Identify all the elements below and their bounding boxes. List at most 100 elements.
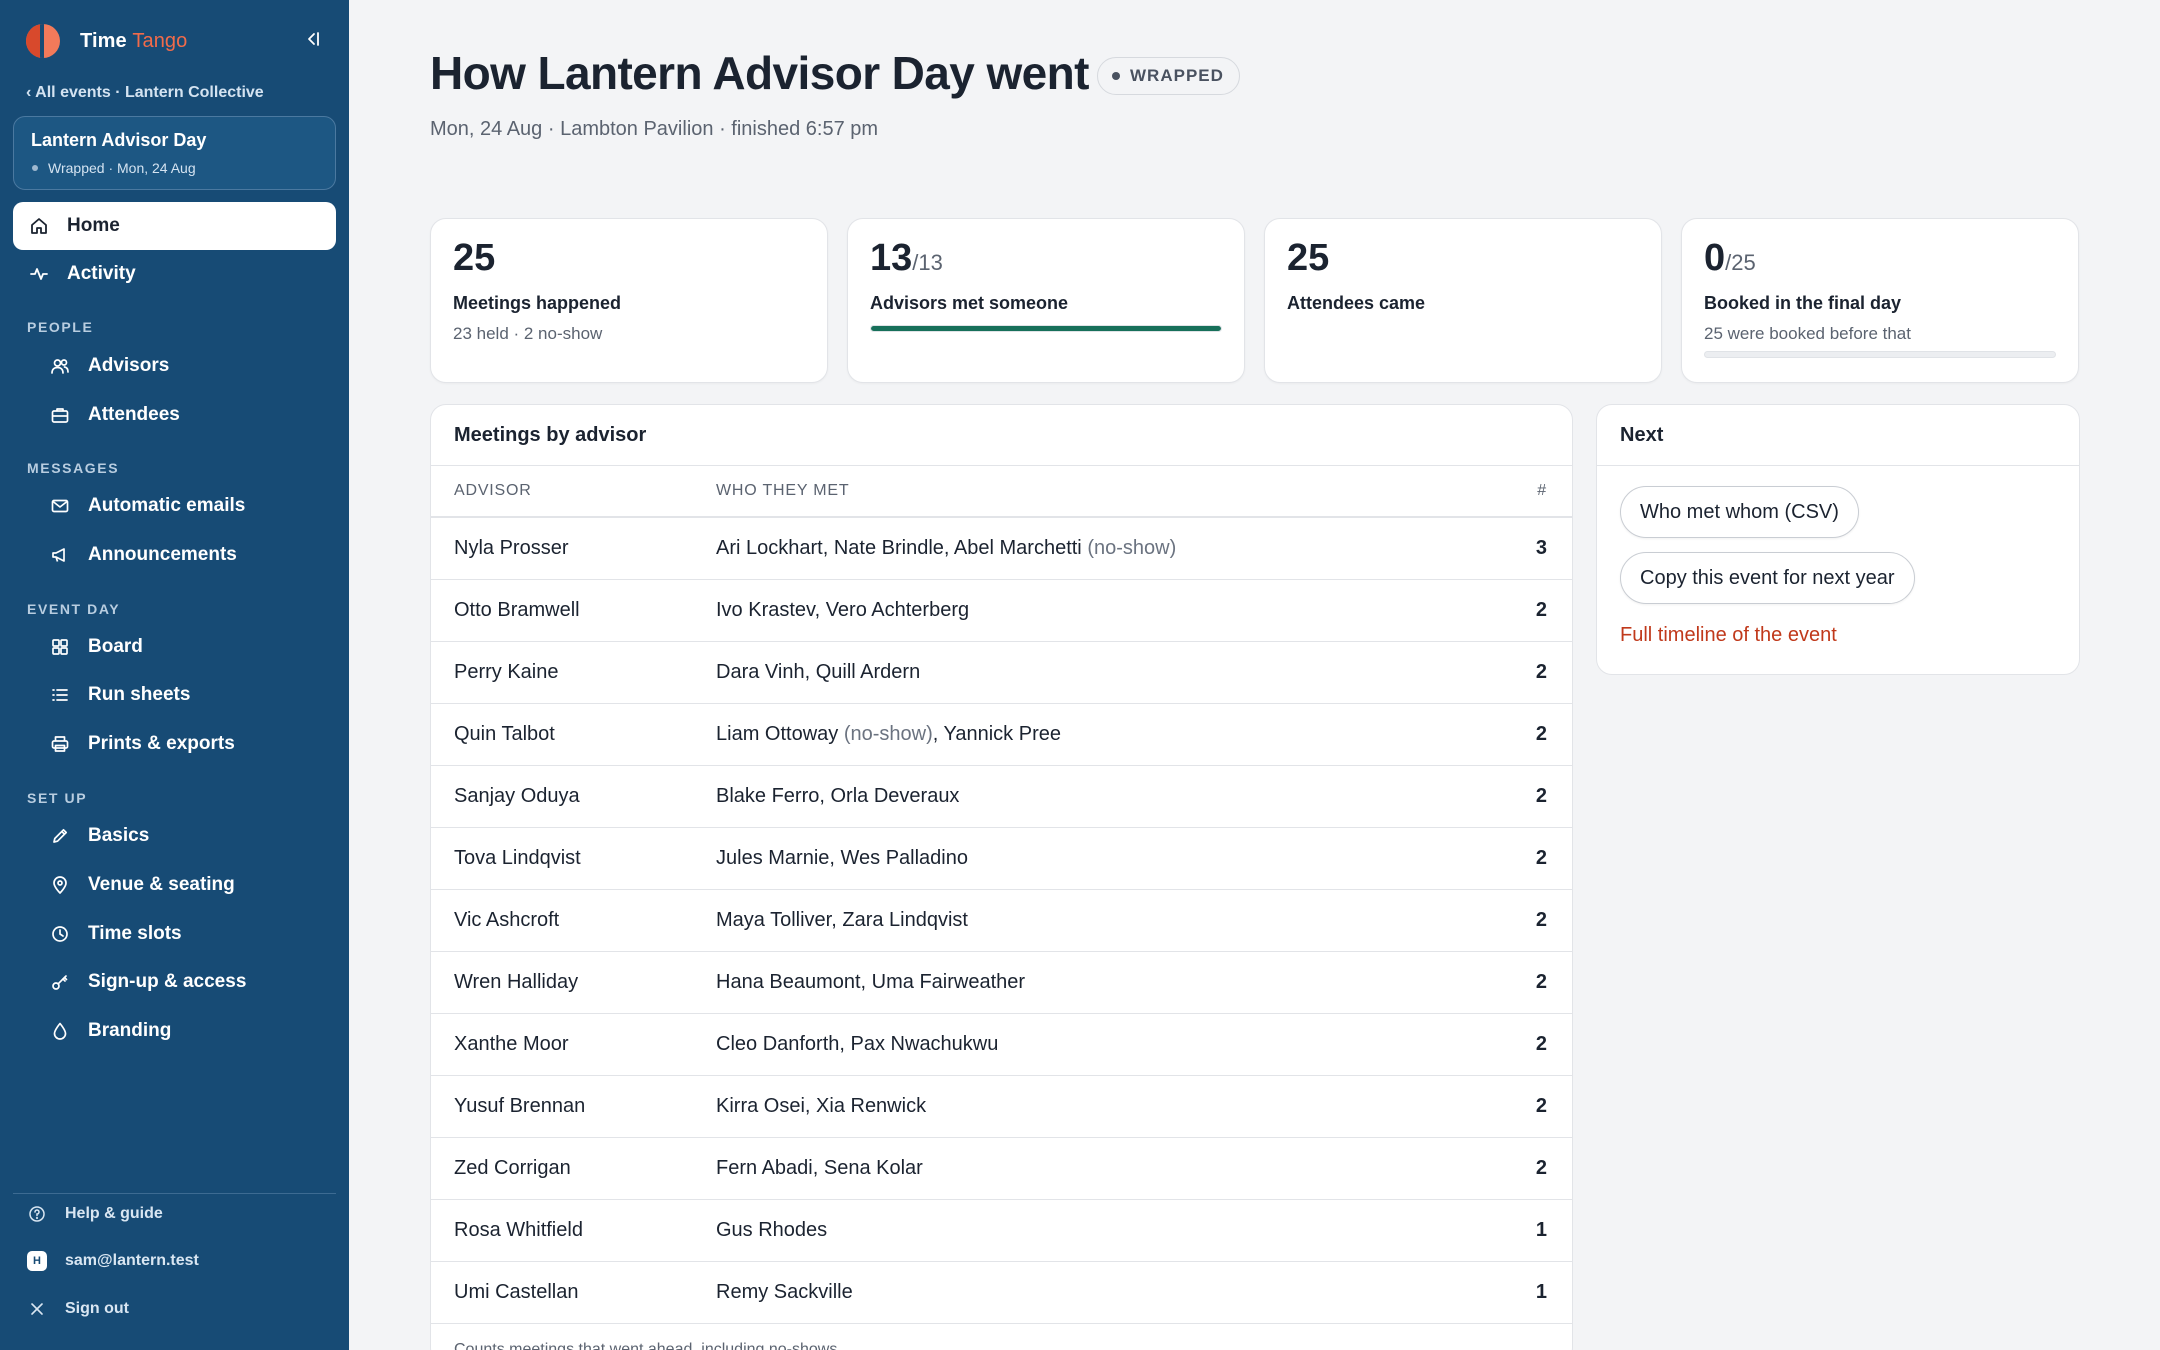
home-icon [29,216,49,236]
download-csv-button[interactable]: Who met whom (CSV) [1620,486,1859,538]
sidebar-item-time-slots[interactable]: Time slots [13,910,336,958]
meeting-count: 2 [1492,579,1572,642]
who-they-met: Ivo Krastev, Vero Achterberg [716,579,1492,642]
key-icon [50,972,70,992]
stat-label: Advisors met someone [870,293,1069,313]
table-row: Xanthe Moor Cleo Danforth, Pax Nwachukwu 2 [431,1013,1572,1076]
sidebar-item-automatic-emails[interactable]: Automatic emails [13,482,336,530]
status-dot-icon [1112,72,1120,80]
meeting-count: 1 [1492,1261,1572,1324]
attendee-name: Ari Lockhart [716,536,823,559]
copy-event-button[interactable]: Copy this event for next year [1620,552,1915,604]
stat-sub: 25 were booked before that [1704,324,1911,343]
table-row: Otto Bramwell Ivo Krastev, Vero Achterber… [431,579,1572,642]
column-header-advisor: ADVISOR [431,466,716,518]
meeting-count: 3 [1492,517,1572,580]
attendee-name: Abel Marchetti [953,536,1082,559]
attendee-name: Yannick Pree [943,722,1061,745]
user-account[interactable]: H sam@lantern.test [26,1246,199,1276]
breadcrumb-all-events[interactable]: ‹ All events · Lantern Collective [26,84,264,102]
attendee-name: Hana Beaumont [716,970,861,993]
sidebar-item-attendees[interactable]: Attendees [13,391,336,439]
stat-sub: 23 held · 2 no-show [453,324,603,343]
sidebar-item-board[interactable]: Board [13,623,336,671]
map-pin-icon [50,875,70,895]
who-they-met: Dara Vinh, Quill Ardern [716,641,1492,704]
section-label-set-up: SET UP [27,790,88,806]
progress-bar [1704,351,2056,358]
close-icon [26,1298,48,1320]
table-footnote: Counts meetings that went ahead, includi… [454,1340,842,1350]
stat-card-advisors: 13/13 Advisors met someone [847,218,1245,383]
progress-bar [870,325,1222,332]
table-row: Zed Corrigan Fern Abadi, Sena Kolar 2 [431,1137,1572,1200]
who-they-met: Blake Ferro, Orla Deveraux [716,765,1492,828]
progress-fill [871,326,1221,331]
who-they-met: Kirra Osei, Xia Renwick [716,1075,1492,1138]
column-header-who-they-met: WHO THEY MET [716,466,1492,518]
section-label-event-day: EVENT DAY [27,601,121,617]
attendee-name: Vero Achterberg [825,598,970,621]
advisor-name: Nyla Prosser [431,517,716,580]
current-event-card[interactable]: Lantern Advisor Day Wrapped · Mon, 24 Au… [13,116,336,190]
sidebar-item-run-sheets[interactable]: Run sheets [13,671,336,719]
who-they-met: Remy Sackville [716,1261,1492,1324]
stat-card-meetings: 25 Meetings happened 23 held · 2 no-show [430,218,828,383]
advisor-name: Vic Ashcroft [431,889,716,952]
table-row: Vic Ashcroft Maya Tolliver, Zara Lindqvis… [431,889,1572,952]
sidebar-item-sign-up-access[interactable]: Sign-up & access [13,958,336,1006]
stat-value: 25 [453,237,496,279]
meeting-count: 2 [1492,889,1572,952]
advisor-name: Xanthe Moor [431,1013,716,1076]
collapse-sidebar-icon[interactable] [300,26,326,52]
sidebar-item-prints-exports[interactable]: Prints & exports [13,720,336,768]
attendee-name: Liam Ottoway [716,722,839,745]
list-icon [50,685,70,705]
next-panel: Next Who met whom (CSV) Copy this event … [1596,404,2080,675]
column-header-count: # [1492,466,1572,518]
attendee-name: Orla Deveraux [830,784,960,807]
table-row: Yusuf Brennan Kirra Osei, Xia Renwick 2 [431,1075,1572,1138]
who-they-met: Hana Beaumont, Uma Fairweather [716,951,1492,1014]
sidebar-item-home[interactable]: Home [13,202,336,250]
meetings-by-advisor-panel: Meetings by advisor ADVISOR WHO THEY MET… [430,404,1573,1350]
sign-out-button[interactable]: Sign out [26,1294,129,1324]
advisor-name: Umi Castellan [431,1261,716,1324]
meeting-count: 2 [1492,765,1572,828]
sidebar-item-basics[interactable]: Basics [13,812,336,860]
printer-icon [50,734,70,754]
advisor-name: Rosa Whitfield [431,1199,716,1262]
stat-value: 25 [1287,237,1330,279]
event-meta: Wrapped · Mon, 24 Aug [31,160,318,176]
attendee-name: Jules Marnie [716,846,830,869]
attendee-name: Ivo Krastev [716,598,815,621]
briefcase-icon [50,405,70,425]
attendee-name: Zara Lindqvist [842,908,968,931]
attendee-name: Sena Kolar [823,1156,923,1179]
attendee-name: Gus Rhodes [716,1218,828,1241]
sidebar-item-branding[interactable]: Branding [13,1007,336,1055]
attendee-name: Xia Renwick [816,1094,927,1117]
meeting-count: 2 [1492,1137,1572,1200]
meeting-count: 1 [1492,1199,1572,1262]
table-row: Umi Castellan Remy Sackville 1 [431,1261,1572,1324]
sidebar-item-advisors[interactable]: Advisors [13,342,336,390]
advisor-name: Sanjay Oduya [431,765,716,828]
attendee-name: Pax Nwachukwu [850,1032,999,1055]
full-timeline-link[interactable]: Full timeline of the event [1620,624,2056,647]
no-show-tag: (no-show) [843,722,933,745]
sidebar-item-venue-seating[interactable]: Venue & seating [13,861,336,909]
status-dot-icon [32,165,38,171]
stat-label: Meetings happened [453,293,622,313]
sidebar-item-announcements[interactable]: Announcements [13,531,336,579]
attendee-name: Blake Ferro [716,784,820,807]
brand[interactable]: Time Tango [26,24,187,58]
who-they-met: Liam Ottoway (no-show), Yannick Pree [716,703,1492,766]
advisor-name: Perry Kaine [431,641,716,704]
stat-label: Booked in the final day [1704,293,1902,313]
help-guide-link[interactable]: Help & guide [26,1199,163,1229]
advisor-name: Otto Bramwell [431,579,716,642]
attendee-name: Fern Abadi [716,1156,813,1179]
sidebar-item-activity[interactable]: Activity [13,250,336,298]
section-label-messages: MESSAGES [27,460,120,476]
